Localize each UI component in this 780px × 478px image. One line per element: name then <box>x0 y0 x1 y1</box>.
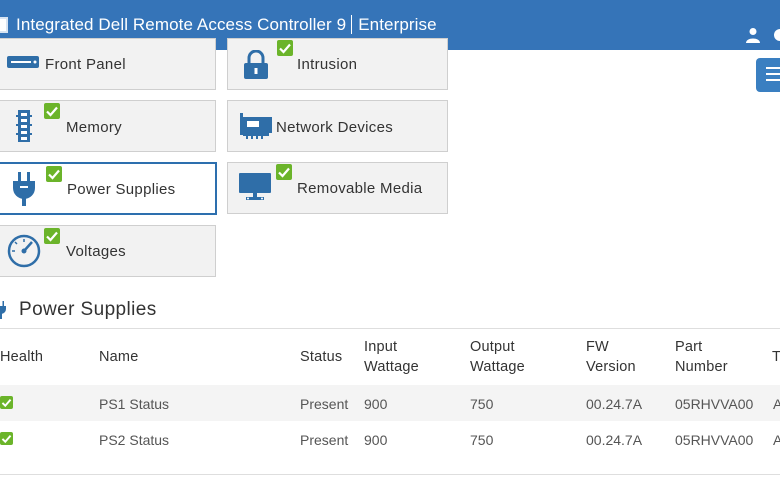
tile-memory[interactable]: Memory <box>0 100 216 152</box>
cell-input-wattage: 900 <box>364 396 388 412</box>
tile-voltages[interactable]: Voltages <box>0 225 216 277</box>
tile-intrusion[interactable]: Intrusion <box>227 38 448 90</box>
product-name: Integrated Dell Remote Access Controller… <box>16 15 347 34</box>
column-header-fw-version[interactable]: FW Version <box>586 337 636 377</box>
lock-icon <box>244 50 268 79</box>
cell-input-wattage: 900 <box>364 432 388 448</box>
cell-output-wattage: 750 <box>470 396 494 412</box>
tile-label: Network Devices <box>276 119 394 136</box>
help-icon[interactable] <box>772 27 780 43</box>
column-header-output-wattage[interactable]: Output Wattage <box>470 337 525 377</box>
tile-label: Intrusion <box>297 56 358 73</box>
status-ok-icon <box>277 40 293 56</box>
column-header-status[interactable]: Status <box>300 347 342 367</box>
header-line: Wattage <box>470 359 525 375</box>
title-separator <box>351 15 353 34</box>
cell-status: Present <box>300 396 349 412</box>
header-line: FW <box>586 339 609 355</box>
health-ok-icon <box>0 396 13 409</box>
gauge-icon <box>7 234 41 268</box>
cell-name: PS1 Status <box>99 396 170 412</box>
product-edition: Enterprise <box>358 15 437 34</box>
tile-label: Power Supplies <box>67 181 176 198</box>
tile-label: Memory <box>66 119 122 136</box>
cell-type: A <box>773 432 780 448</box>
column-header-health[interactable]: Health <box>0 347 43 367</box>
status-ok-icon <box>44 103 60 119</box>
cell-fw-version: 00.24.7A <box>586 396 643 412</box>
health-ok-icon <box>0 432 13 445</box>
header-line: Output <box>470 339 515 355</box>
network-card-icon <box>240 113 272 139</box>
cell-status: Present <box>300 432 349 448</box>
table-row[interactable]: PS1 Status Present 900 750 00.24.7A 05RH… <box>0 385 780 421</box>
column-header-part-number[interactable]: Part Number <box>675 337 728 377</box>
tile-label: Voltages <box>66 243 126 260</box>
power-plug-icon <box>0 301 6 319</box>
column-header-input-wattage[interactable]: Input Wattage <box>364 337 419 377</box>
header-line: Number <box>675 359 728 375</box>
memory-icon <box>16 110 32 142</box>
menu-icon-bar <box>766 79 780 81</box>
monitor-icon <box>239 173 271 200</box>
cell-part-number: 05RHVVA00 <box>675 432 754 448</box>
tile-removable-media[interactable]: Removable Media <box>227 162 448 214</box>
idrac-logo-icon <box>0 17 8 33</box>
divider <box>0 328 780 329</box>
tile-label: Front Panel <box>45 56 126 73</box>
tile-front-panel[interactable]: Front Panel <box>0 38 216 90</box>
column-header-type[interactable]: T <box>772 347 780 367</box>
header-line: Input <box>364 339 398 355</box>
menu-button[interactable] <box>756 58 780 92</box>
header-line: Wattage <box>364 359 419 375</box>
app-title: Integrated Dell Remote Access Controller… <box>16 15 437 35</box>
user-icon[interactable] <box>745 27 761 43</box>
cell-type: A <box>773 396 780 412</box>
status-ok-icon <box>46 166 62 182</box>
tile-power-supplies[interactable]: Power Supplies <box>0 162 217 215</box>
status-ok-icon <box>44 228 60 244</box>
status-ok-icon <box>276 164 292 180</box>
front-panel-icon <box>7 56 39 68</box>
tile-network-devices[interactable]: Network Devices <box>227 100 448 152</box>
section-title: Power Supplies <box>19 299 157 320</box>
header-line: Part <box>675 339 703 355</box>
tile-label: Removable Media <box>297 180 423 197</box>
header-line: Version <box>586 359 636 375</box>
cell-name: PS2 Status <box>99 432 170 448</box>
cell-part-number: 05RHVVA00 <box>675 396 754 412</box>
cell-output-wattage: 750 <box>470 432 494 448</box>
cell-fw-version: 00.24.7A <box>586 432 643 448</box>
menu-icon-bar <box>766 67 780 69</box>
column-header-name[interactable]: Name <box>99 347 138 367</box>
table-row[interactable]: PS2 Status Present 900 750 00.24.7A 05RH… <box>0 421 780 457</box>
power-plug-icon <box>13 172 35 206</box>
menu-icon-bar <box>766 73 780 75</box>
divider <box>0 474 780 475</box>
